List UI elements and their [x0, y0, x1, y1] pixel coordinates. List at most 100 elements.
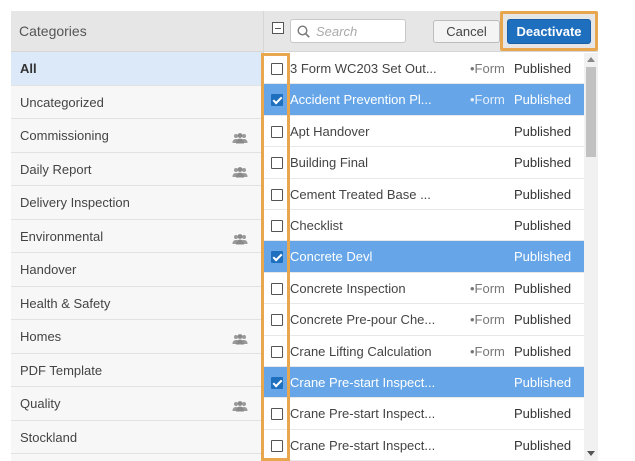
search-box[interactable] — [290, 19, 406, 43]
form-status: Published — [514, 186, 572, 202]
scroll-down-arrow-icon[interactable] — [587, 451, 595, 456]
categories-panel: Categories All Uncategorized Commissioning… — [11, 11, 264, 461]
row-checkbox[interactable] — [271, 63, 283, 75]
row-checkbox[interactable] — [271, 251, 283, 264]
category-label: Delivery Inspection — [20, 195, 130, 210]
vertical-scrollbar[interactable] — [584, 53, 598, 461]
form-name: Concrete Devl — [290, 249, 373, 265]
category-item[interactable]: Homes — [11, 320, 263, 354]
form-row[interactable]: Crane Pre-start Inspect... Published — [264, 398, 584, 430]
category-label: Environmental — [20, 228, 104, 244]
category-label: PDF Template — [20, 362, 103, 378]
category-item[interactable]: Delivery Inspection — [11, 186, 263, 220]
form-name: Crane Lifting Calculation — [290, 343, 432, 359]
form-status: Published — [514, 312, 572, 328]
form-name: Crane Pre-start Inspect... — [290, 374, 436, 390]
category-label: Stockland — [20, 429, 78, 445]
category-item[interactable]: Environmental — [11, 220, 263, 253]
category-item[interactable]: PDF Template — [11, 354, 263, 387]
category-label: Quality — [20, 396, 61, 411]
form-status: Published — [514, 92, 572, 108]
categories-header: Categories — [11, 11, 263, 52]
category-label: All — [20, 61, 37, 76]
form-row[interactable]: Checklist Published — [264, 209, 584, 242]
category-label: Uncategorized — [20, 94, 104, 110]
category-item[interactable]: All — [11, 52, 263, 86]
form-row[interactable]: Concrete Devl Published — [264, 241, 584, 273]
form-name: Concrete Inspection — [290, 280, 406, 296]
row-checkbox[interactable] — [271, 439, 283, 452]
form-name: Cement Treated Base ... — [290, 186, 431, 202]
category-item[interactable]: Stockland — [11, 421, 263, 454]
category-item[interactable]: Commissioning — [11, 119, 263, 153]
form-status: Published — [514, 343, 572, 359]
form-type-label: •Form — [470, 92, 505, 108]
form-name: Building Final — [290, 155, 369, 171]
category-item[interactable]: Daily Report — [11, 153, 263, 186]
group-icon — [232, 233, 248, 244]
row-checkbox[interactable] — [271, 345, 283, 358]
form-name: Checklist — [290, 217, 343, 233]
row-checkbox[interactable] — [271, 282, 283, 295]
category-item[interactable]: Health & Safety — [11, 287, 263, 320]
group-icon — [232, 133, 248, 144]
form-row[interactable]: Cement Treated Base ... Published — [264, 178, 584, 210]
scroll-up-arrow-icon[interactable] — [587, 57, 595, 62]
category-item[interactable]: Quality — [11, 387, 263, 421]
scroll-thumb[interactable] — [586, 67, 596, 157]
search-input[interactable] — [316, 22, 402, 40]
deactivate-button[interactable]: Deactivate — [507, 19, 591, 44]
form-name: Accident Prevention Pl... — [290, 92, 432, 108]
category-label: Homes — [20, 329, 62, 344]
row-checkbox[interactable] — [271, 94, 283, 107]
form-status: Published — [514, 155, 572, 171]
cancel-button[interactable]: Cancel — [433, 20, 500, 43]
category-label: Handover — [20, 262, 77, 277]
form-status: Published — [514, 249, 572, 265]
form-row[interactable]: 3 Form WC203 Set Out... •Form Published — [264, 53, 584, 85]
form-type-label: •Form — [470, 61, 505, 76]
form-row[interactable]: Crane Lifting Calculation •Form Published — [264, 335, 584, 367]
row-checkbox[interactable] — [271, 408, 283, 421]
row-checkbox[interactable] — [271, 219, 283, 232]
category-item[interactable]: Handover — [11, 253, 263, 287]
form-status: Published — [514, 406, 572, 422]
form-row[interactable]: Crane Pre-start Inspect... Published — [264, 429, 584, 461]
forms-panel: Cancel Deactivate 3 Form WC203 Set Out..… — [261, 11, 598, 461]
select-all-checkbox[interactable] — [272, 22, 284, 34]
form-status: Published — [514, 123, 572, 139]
category-item[interactable]: Uncategorized — [11, 86, 263, 119]
category-label: Daily Report — [20, 161, 92, 177]
group-icon — [232, 166, 248, 177]
form-row[interactable]: Concrete Pre-pour Che... •Form Published — [264, 304, 584, 336]
form-name: Apt Handover — [290, 123, 370, 139]
category-label: Commissioning — [20, 128, 109, 143]
form-row[interactable]: Apt Handover Published — [264, 115, 584, 148]
form-name: Crane Pre-start Inspect... — [290, 437, 436, 453]
row-checkbox[interactable] — [271, 188, 283, 201]
form-status: Published — [514, 61, 572, 76]
form-name: Crane Pre-start Inspect... — [290, 406, 436, 422]
form-status: Published — [514, 280, 572, 296]
form-status: Published — [514, 217, 572, 233]
category-label: Health & Safety — [20, 295, 111, 311]
row-checkbox[interactable] — [271, 157, 283, 170]
categories-list: All Uncategorized Commissioning Daily Repor… — [11, 52, 263, 454]
row-checkbox[interactable] — [271, 125, 283, 138]
group-icon — [232, 401, 248, 412]
form-row[interactable]: Crane Pre-start Inspect... Published — [264, 366, 584, 399]
search-icon — [297, 25, 310, 38]
form-name: Concrete Pre-pour Che... — [290, 312, 436, 328]
row-checkbox[interactable] — [271, 314, 283, 327]
form-status: Published — [514, 437, 572, 453]
forms-list: 3 Form WC203 Set Out... •Form Published Acc… — [264, 53, 584, 461]
form-type-label: •Form — [470, 343, 505, 359]
form-row[interactable]: Accident Prevention Pl... •Form Published — [264, 84, 584, 116]
form-row[interactable]: Concrete Inspection •Form Published — [264, 272, 584, 305]
form-type-label: •Form — [470, 280, 505, 296]
row-checkbox[interactable] — [271, 376, 283, 389]
form-type-label: •Form — [470, 312, 505, 328]
form-status: Published — [514, 374, 572, 390]
group-icon — [232, 334, 248, 345]
form-row[interactable]: Building Final Published — [264, 147, 584, 179]
